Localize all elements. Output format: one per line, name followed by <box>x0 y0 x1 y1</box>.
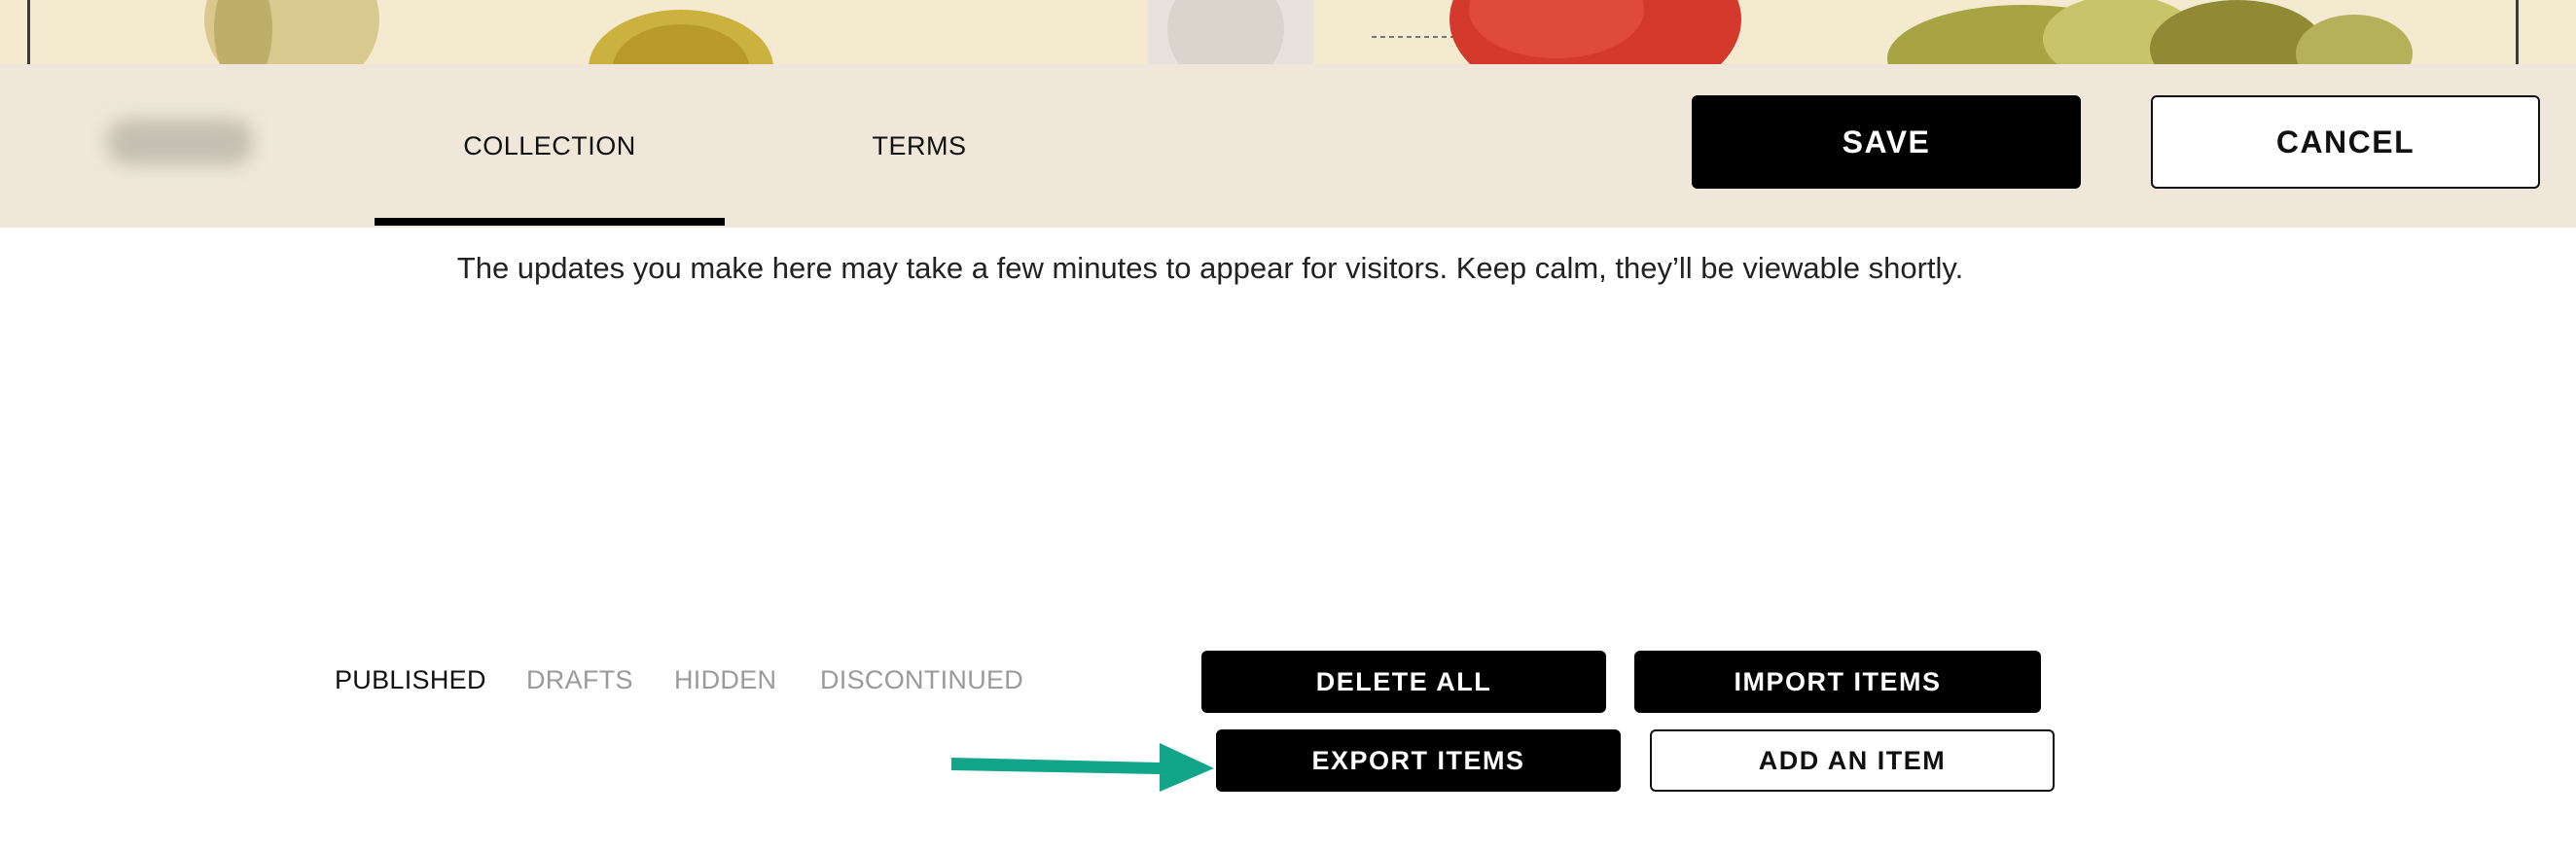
filter-hidden[interactable]: HIDDEN <box>674 665 776 695</box>
update-notice-text: The updates you make here may take a few… <box>456 251 1964 285</box>
import-items-button[interactable]: IMPORT ITEMS <box>1634 651 2041 713</box>
update-notice: The updates you make here may take a few… <box>0 251 2576 286</box>
active-tab-indicator <box>375 218 725 226</box>
banner-frame-right <box>2516 0 2519 64</box>
filter-published[interactable]: PUBLISHED <box>335 665 486 695</box>
delete-all-button[interactable]: DELETE ALL <box>1201 651 1606 713</box>
tab-collection-label: COLLECTION <box>463 130 636 160</box>
filter-discontinued[interactable]: DISCONTINUED <box>820 665 1023 695</box>
blurred-logo <box>107 119 253 165</box>
annotation-arrow-icon <box>951 743 1214 792</box>
header-banner-image <box>0 0 2576 64</box>
tab-terms-label: TERMS <box>872 130 967 160</box>
cancel-button[interactable]: CANCEL <box>2151 95 2540 189</box>
save-button[interactable]: SAVE <box>1692 95 2081 189</box>
tab-collection[interactable]: COLLECTION <box>375 64 725 228</box>
add-an-item-button[interactable]: ADD AN ITEM <box>1650 729 2055 792</box>
filter-drafts[interactable]: DRAFTS <box>526 665 633 695</box>
banner-frame-left <box>27 0 30 64</box>
banner-illustration <box>204 0 2413 64</box>
export-items-button[interactable]: EXPORT ITEMS <box>1216 729 1621 792</box>
tab-terms[interactable]: TERMS <box>744 64 1094 228</box>
